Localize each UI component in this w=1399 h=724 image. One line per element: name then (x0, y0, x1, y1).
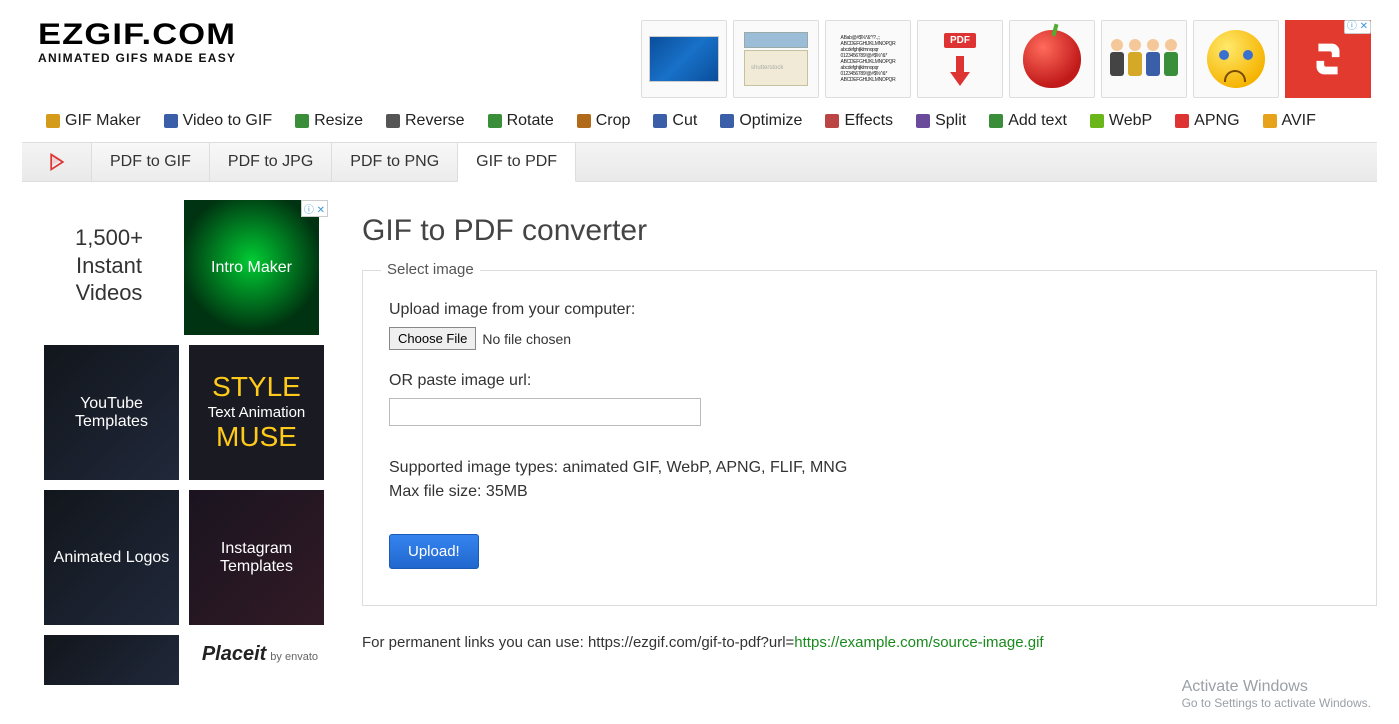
permalink-hint: For permanent links you can use: https:/… (362, 634, 1377, 651)
ad-thumb-people[interactable] (1101, 20, 1187, 98)
upload-button[interactable]: Upload! (389, 534, 479, 569)
permalink-example[interactable]: https://example.com/source-image.gif (794, 634, 1043, 651)
crop-icon (577, 114, 591, 128)
webp-icon (1090, 114, 1104, 128)
adchoices-icon[interactable]: ⓘ ✕ (1344, 20, 1371, 34)
ad-tile-extra[interactable] (44, 635, 179, 685)
ad-tile-youtube-templates[interactable]: YouTube Templates (44, 345, 179, 480)
logo[interactable]: EZGIF.COM ANIMATED GIFS MADE EASY (38, 18, 236, 65)
supported-types: Supported image types: animated GIF, Web… (389, 456, 1350, 480)
apng-icon (1175, 114, 1189, 128)
upload-label: Upload image from your computer: (389, 301, 1350, 319)
ad-thumb-shutterstock[interactable]: ⓘ ✕ (1285, 20, 1371, 98)
nav-apng[interactable]: APNG (1175, 112, 1239, 130)
nav-gif-maker[interactable]: GIF Maker (46, 112, 141, 130)
effects-icon (825, 114, 839, 128)
ad-thumb-sad-emoji[interactable] (1193, 20, 1279, 98)
ad-thumb-blue[interactable] (641, 20, 727, 98)
subnav-pdf-to-jpg[interactable]: PDF to JPG (210, 143, 332, 181)
header-ad-strip[interactable]: ABab@#$%*&^!?.,:; ABCDEFGHIJKLMNOPQR abc… (641, 20, 1371, 98)
ad-tile-instagram-templates[interactable]: Instagram Templates (189, 490, 324, 625)
resize-icon (295, 114, 309, 128)
rotate-icon (488, 114, 502, 128)
ad-brand-by: by envato (270, 651, 318, 663)
nav-reverse[interactable]: Reverse (386, 112, 465, 130)
sidebar-ad[interactable]: ⓘ ✕ 1,500+ Instant Videos Intro Maker Yo… (44, 200, 334, 685)
pdf-icon (22, 143, 92, 181)
nav-cut[interactable]: Cut (653, 112, 697, 130)
file-status: No file chosen (482, 331, 571, 347)
ad-thumb-pdf[interactable]: PDF (917, 20, 1003, 98)
ad-thumb-char-grid[interactable]: ABab@#$%*&^!?.,:; ABCDEFGHIJKLMNOPQR abc… (825, 20, 911, 98)
split-icon (916, 114, 930, 128)
main-nav: GIF Maker Video to GIF Resize Reverse Rotate… (0, 98, 1399, 142)
url-label: OR paste image url: (389, 372, 1350, 390)
nav-split[interactable]: Split (916, 112, 966, 130)
logo-main: EZGIF.COM (38, 18, 266, 52)
nav-video-to-gif[interactable]: Video to GIF (164, 112, 273, 130)
avif-icon (1263, 114, 1277, 128)
nav-rotate[interactable]: Rotate (488, 112, 554, 130)
nav-avif[interactable]: AVIF (1263, 112, 1316, 130)
image-icon (46, 114, 60, 128)
nav-webp[interactable]: WebP (1090, 112, 1152, 130)
ad-brand: Placeit (202, 643, 266, 666)
upload-panel: Select image Upload image from your comp… (362, 270, 1377, 606)
page-title: GIF to PDF converter (362, 214, 1377, 248)
cut-icon (653, 114, 667, 128)
nav-effects[interactable]: Effects (825, 112, 893, 130)
subnav-pdf-to-gif[interactable]: PDF to GIF (92, 143, 210, 181)
film-icon (164, 114, 178, 128)
text-icon (989, 114, 1003, 128)
sub-nav: PDF to GIFPDF to JPGPDF to PNGGIF to PDF (22, 142, 1377, 182)
ad-headline: 1,500+ Instant Videos (44, 200, 174, 335)
ad-tile-intro-maker[interactable]: Intro Maker (184, 200, 319, 335)
url-input[interactable] (389, 398, 701, 426)
subnav-gif-to-pdf[interactable]: GIF to PDF (458, 143, 576, 182)
optimize-icon (720, 114, 734, 128)
nav-add-text[interactable]: Add text (989, 112, 1067, 130)
subnav-pdf-to-png[interactable]: PDF to PNG (332, 143, 458, 181)
logo-tagline: ANIMATED GIFS MADE EASY (38, 51, 236, 65)
adchoices-icon[interactable]: ⓘ ✕ (301, 200, 328, 217)
reverse-icon (386, 114, 400, 128)
nav-crop[interactable]: Crop (577, 112, 631, 130)
choose-file-button[interactable]: Choose File (389, 327, 476, 350)
panel-legend: Select image (381, 261, 480, 278)
ad-tile-text-animation[interactable]: STYLEText AnimationMUSE (189, 345, 324, 480)
nav-resize[interactable]: Resize (295, 112, 363, 130)
ad-thumb-id-card[interactable] (733, 20, 819, 98)
max-file-size: Max file size: 35MB (389, 480, 1350, 504)
ad-tile-animated-logos[interactable]: Animated Logos (44, 490, 179, 625)
ad-thumb-apple[interactable] (1009, 20, 1095, 98)
nav-optimize[interactable]: Optimize (720, 112, 802, 130)
